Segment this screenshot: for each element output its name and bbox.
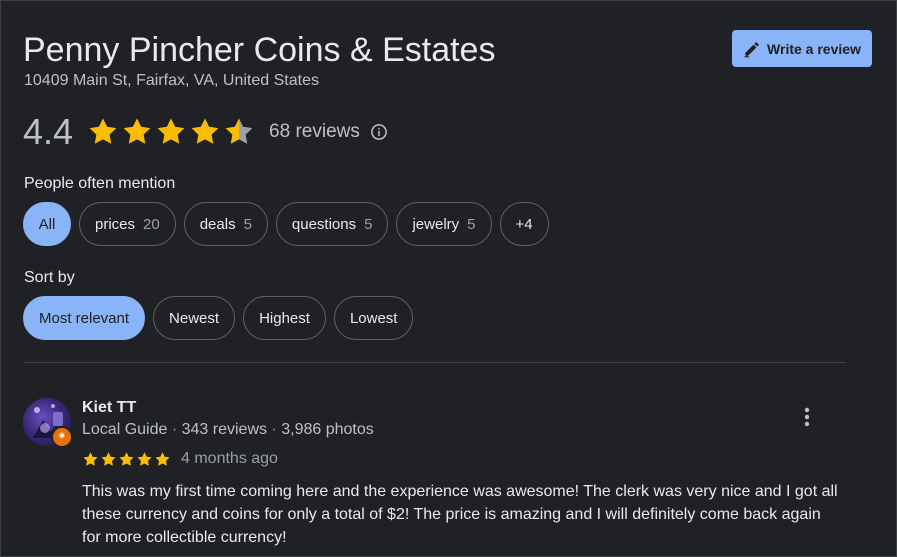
reviewer-name[interactable]: Kiet TT	[82, 399, 136, 417]
more-vert-icon	[804, 407, 810, 432]
chip-label: All	[38, 215, 56, 233]
chip-count: 20	[143, 215, 160, 233]
chip-label: Most relevant	[39, 309, 130, 327]
review-rating: 4 months ago	[82, 449, 278, 469]
divider	[24, 362, 846, 363]
reviewer-badge: Local Guide	[82, 421, 168, 438]
mentions-label: People often mention	[24, 175, 176, 192]
reviewer-photo-count: 3,986 photos	[281, 421, 374, 438]
chip-label: deals	[199, 215, 236, 233]
star-icon	[189, 116, 221, 148]
review-text: This was my first time coming here and t…	[82, 483, 838, 546]
chip-count: 5	[243, 215, 252, 233]
rating-stars	[87, 116, 255, 148]
mention-chip-deals[interactable]: deals 5	[183, 202, 268, 246]
chip-label: prices	[95, 215, 136, 233]
chip-label: +4	[515, 215, 533, 233]
meta-separator: ·	[271, 421, 277, 438]
star-icon	[155, 116, 187, 148]
sort-chip-most-relevant[interactable]: Most relevant	[23, 296, 146, 340]
chip-label: questions	[291, 215, 357, 233]
sort-chip-lowest[interactable]: Lowest	[333, 296, 414, 340]
star-icon	[136, 451, 153, 468]
more-options-button[interactable]	[795, 405, 819, 433]
reviews-count[interactable]: 68 reviews	[269, 121, 360, 143]
avatar[interactable]: ✷	[23, 398, 73, 448]
star-icon	[100, 451, 117, 468]
mention-chip-prices[interactable]: prices 20	[79, 202, 176, 246]
sort-chip-newest[interactable]: Newest	[153, 296, 236, 340]
mention-chip-jewelry[interactable]: jewelry 5	[396, 202, 492, 246]
business-title: Penny Pincher Coins & Estates	[23, 31, 496, 69]
pencil-icon	[743, 40, 761, 58]
chip-count: 5	[364, 215, 373, 233]
mention-chip-questions[interactable]: questions 5	[275, 202, 389, 246]
review-stars	[82, 451, 171, 468]
chip-count: 5	[467, 215, 476, 233]
star-icon	[154, 451, 171, 468]
rating-summary: 4.4 68 reviews	[23, 110, 388, 154]
mention-chip-all[interactable]: All	[23, 202, 71, 246]
chip-label: jewelry	[412, 215, 460, 233]
sort-chips: Most relevant Newest Highest Lowest	[23, 296, 414, 340]
local-guide-badge-icon: ✷	[51, 426, 73, 448]
write-review-button[interactable]: Write a review	[732, 30, 872, 67]
sort-chip-highest[interactable]: Highest	[243, 296, 326, 340]
rating-value: 4.4	[23, 111, 74, 152]
reviewer-meta: Local Guide · 343 reviews · 3,986 photos	[82, 421, 374, 439]
star-icon	[118, 451, 135, 468]
info-icon[interactable]	[370, 123, 388, 141]
chip-label: Highest	[259, 309, 310, 327]
write-review-label: Write a review	[767, 40, 861, 57]
meta-separator: ·	[171, 421, 178, 438]
star-icon	[121, 116, 153, 148]
chip-label: Lowest	[349, 309, 398, 327]
mention-chips: All prices 20 deals 5 questions 5 jewelry 5 +4	[23, 202, 549, 246]
review-date: 4 months ago	[181, 450, 278, 467]
star-icon	[87, 116, 119, 148]
business-address: 10409 Main St, Fairfax, VA, United State…	[24, 72, 319, 89]
star-icon	[223, 116, 255, 148]
star-icon	[82, 451, 99, 468]
sort-label: Sort by	[24, 269, 75, 286]
reviewer-review-count: 343 reviews	[181, 421, 267, 438]
chip-label: Newest	[169, 309, 220, 327]
mention-chip-more[interactable]: +4	[499, 202, 549, 246]
